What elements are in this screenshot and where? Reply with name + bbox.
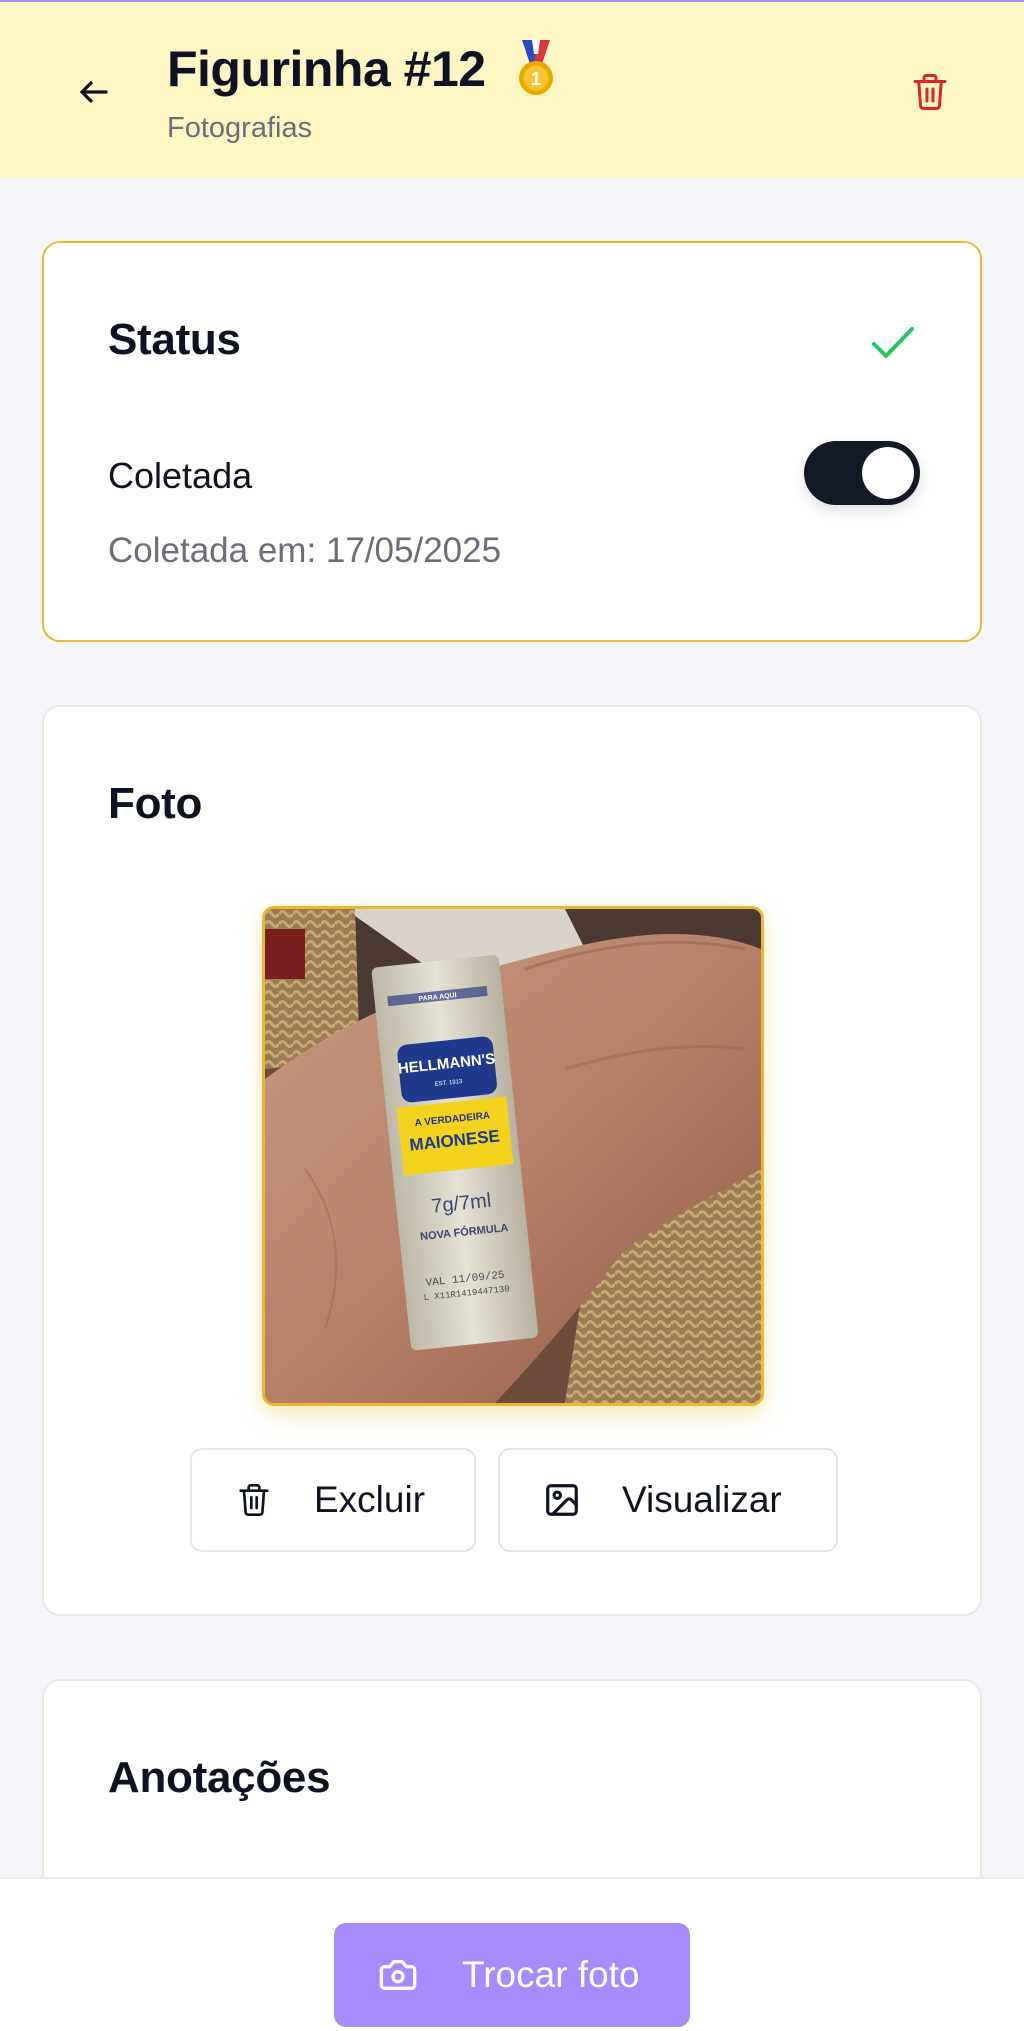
page-subtitle: Fotografias bbox=[167, 112, 313, 144]
collected-label: Coletada bbox=[108, 455, 253, 496]
view-photo-button[interactable]: Visualizar bbox=[498, 1448, 838, 1552]
bottom-action-bar: Trocar foto bbox=[0, 1877, 1024, 2031]
photo-card-title: Foto bbox=[108, 779, 203, 828]
sticker-photo[interactable]: PARA AQUI HELLMANN'S EST. 1913 A VERDADE… bbox=[262, 906, 764, 1406]
delete-photo-label: Excluir bbox=[314, 1479, 426, 1520]
header-title-group: Figurinha #12 1 Fotografias bbox=[167, 40, 556, 145]
arrow-left-icon bbox=[80, 81, 108, 103]
change-photo-button[interactable]: Trocar foto bbox=[334, 1923, 690, 2027]
collected-toggle[interactable] bbox=[804, 441, 920, 505]
delete-photo-button[interactable]: Excluir bbox=[190, 1448, 476, 1552]
status-card: Status Coletada Coletada em: 17/05/2025 bbox=[42, 241, 982, 642]
first-place-medal-icon: 1 bbox=[516, 40, 556, 98]
check-icon bbox=[870, 323, 916, 368]
change-photo-label: Trocar foto bbox=[462, 1954, 640, 1995]
trash-icon bbox=[913, 74, 947, 111]
back-button[interactable] bbox=[66, 64, 122, 120]
trash-icon bbox=[234, 1478, 274, 1522]
notes-card-title: Anotações bbox=[108, 1753, 331, 1802]
camera-icon bbox=[376, 1953, 420, 1997]
page-title: Figurinha #12 bbox=[167, 41, 486, 97]
delete-sticker-button[interactable] bbox=[904, 66, 956, 118]
photo-card: Foto PARA AQUI HELLMANN'S EST. 1913 A VE… bbox=[42, 705, 982, 1616]
view-photo-label: Visualizar bbox=[622, 1479, 782, 1520]
app-header: Figurinha #12 1 Fotografias bbox=[0, 2, 1024, 178]
toggle-knob bbox=[862, 447, 914, 499]
status-card-title: Status bbox=[108, 315, 241, 364]
medal-number: 1 bbox=[531, 69, 541, 89]
image-icon bbox=[542, 1478, 582, 1522]
collected-date: Coletada em: 17/05/2025 bbox=[108, 531, 502, 570]
